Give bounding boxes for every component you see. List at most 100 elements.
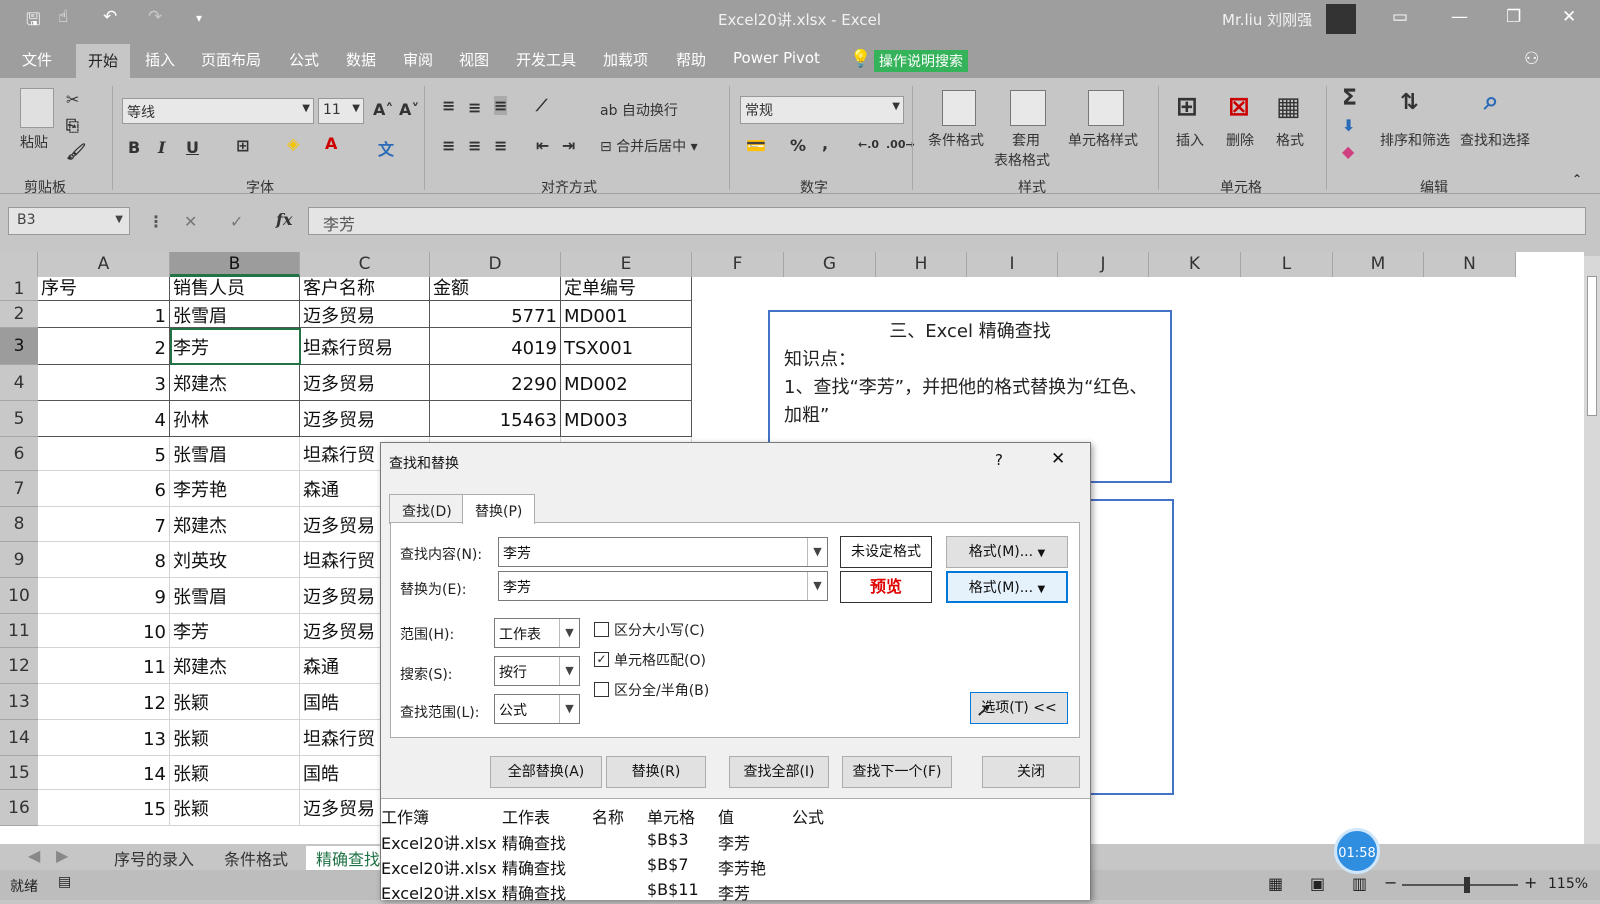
- decrease-indent-icon[interactable]: ⇤: [536, 136, 549, 155]
- chevron-down-icon[interactable]: ▼: [807, 572, 827, 600]
- merge-center-button[interactable]: ⊟ 合并后居中 ▾: [600, 136, 698, 156]
- column-header-d[interactable]: D: [430, 252, 561, 277]
- results-header[interactable]: 名称: [592, 804, 624, 828]
- tell-me-search[interactable]: 操作说明搜索: [874, 50, 968, 72]
- row-header[interactable]: 5: [0, 401, 38, 437]
- row-header[interactable]: 13: [0, 684, 38, 720]
- tab-file[interactable]: 文件: [22, 49, 52, 70]
- wrap-text-button[interactable]: ab 自动换行: [600, 100, 678, 120]
- help-button[interactable]: ?: [995, 451, 1003, 469]
- find-all-button[interactable]: 查找全部(I): [729, 756, 829, 788]
- borders-icon[interactable]: ⊞: [236, 136, 249, 155]
- cell-a16[interactable]: 15: [38, 790, 170, 826]
- cell-a5[interactable]: 4: [38, 401, 170, 437]
- tab-page-layout[interactable]: 页面布局: [201, 49, 261, 70]
- result-value[interactable]: 李芳艳: [718, 855, 766, 879]
- row-header[interactable]: 16: [0, 790, 38, 826]
- format-cells-icon[interactable]: ▦: [1276, 92, 1301, 122]
- format-painter-icon[interactable]: 🖌: [66, 142, 86, 161]
- minimize-icon[interactable]: —: [1451, 7, 1468, 27]
- row-header[interactable]: 15: [0, 756, 38, 790]
- find-next-button[interactable]: 查找下一个(F): [842, 756, 952, 788]
- sheet-tab-2[interactable]: 条件格式: [224, 846, 288, 870]
- copy-icon[interactable]: ⎘: [66, 116, 79, 136]
- bold-button[interactable]: B: [128, 138, 140, 157]
- cell-b7[interactable]: 李芳艳: [170, 471, 300, 507]
- phonetic-icon[interactable]: 文: [378, 136, 394, 160]
- increase-font-icon[interactable]: A˄: [373, 100, 393, 119]
- cell-b14[interactable]: 张颖: [170, 720, 300, 756]
- align-top-icon[interactable]: ≡: [442, 96, 455, 115]
- cell-b1[interactable]: 销售人员: [170, 277, 300, 301]
- prev-sheet-icon[interactable]: ◀: [28, 846, 40, 865]
- find-select-icon[interactable]: ⌕: [1484, 86, 1499, 117]
- cell-b10[interactable]: 张雪眉: [170, 578, 300, 614]
- cell-c5[interactable]: 迈多贸易: [300, 401, 430, 437]
- close-button[interactable]: 关闭: [982, 756, 1080, 788]
- cell-b6[interactable]: 张雪眉: [170, 437, 300, 471]
- cell-a8[interactable]: 7: [38, 507, 170, 542]
- tab-view[interactable]: 视图: [459, 49, 489, 70]
- tab-formulas[interactable]: 公式: [289, 49, 319, 70]
- undo-icon[interactable]: ↶: [103, 7, 117, 27]
- sheet-tab-active[interactable]: 精确查找: [306, 846, 391, 872]
- match-byte-label[interactable]: 区分全/半角(B): [614, 680, 709, 700]
- sort-filter-button[interactable]: 排序和筛选: [1380, 130, 1450, 150]
- row-header[interactable]: 2: [0, 301, 38, 328]
- restore-icon[interactable]: ❐: [1506, 7, 1521, 27]
- row-header[interactable]: 3: [0, 328, 38, 365]
- cell-c1[interactable]: 客户名称: [300, 277, 430, 301]
- row-header[interactable]: 10: [0, 578, 38, 614]
- cell-d3[interactable]: 4019: [430, 328, 561, 365]
- row-header[interactable]: 12: [0, 648, 38, 684]
- insert-cells-icon[interactable]: ⊞: [1176, 92, 1198, 122]
- tab-developer[interactable]: 开发工具: [516, 49, 576, 70]
- fill-icon[interactable]: ⬇: [1342, 116, 1355, 135]
- align-right-icon[interactable]: ≡: [494, 136, 507, 155]
- cell-d1[interactable]: 金额: [430, 277, 561, 301]
- cell-a7[interactable]: 6: [38, 471, 170, 507]
- row-header[interactable]: 8: [0, 507, 38, 542]
- row-header[interactable]: 7: [0, 471, 38, 507]
- find-what-input[interactable]: 李芳 ▼: [498, 537, 828, 567]
- match-byte-checkbox[interactable]: [594, 682, 609, 697]
- conditional-format-icon[interactable]: [942, 90, 976, 126]
- cell-b15[interactable]: 张颖: [170, 756, 300, 790]
- zoom-out-icon[interactable]: −: [1384, 873, 1397, 892]
- result-sheet[interactable]: 精确查找: [502, 830, 566, 854]
- tab-home[interactable]: 开始: [76, 44, 131, 78]
- cell-b4[interactable]: 郑建杰: [170, 365, 300, 401]
- cell-b9[interactable]: 刘英玫: [170, 542, 300, 578]
- avatar[interactable]: [1326, 4, 1356, 34]
- ribbon-display-icon[interactable]: ▭: [1392, 7, 1408, 27]
- orientation-icon[interactable]: ⟋: [536, 96, 547, 116]
- share-icon[interactable]: ⚇: [1524, 49, 1539, 69]
- normal-view-icon[interactable]: ▦: [1268, 874, 1283, 893]
- result-book[interactable]: Excel20讲.xlsx: [381, 830, 497, 854]
- row-header[interactable]: 4: [0, 365, 38, 401]
- tab-power-pivot[interactable]: Power Pivot: [733, 49, 820, 67]
- results-header[interactable]: 单元格: [647, 804, 695, 828]
- zoom-slider[interactable]: [1402, 884, 1518, 886]
- cell-e5[interactable]: MD003: [561, 401, 692, 437]
- tab-replace[interactable]: 替换(P): [462, 494, 536, 524]
- results-header[interactable]: 公式: [792, 804, 824, 828]
- delete-cells-button[interactable]: 删除: [1226, 130, 1254, 150]
- result-cell[interactable]: $B$7: [647, 855, 689, 874]
- clear-icon[interactable]: ◆: [1342, 142, 1354, 161]
- sheet-tab-1[interactable]: 序号的录入: [114, 846, 194, 870]
- confirm-entry-icon[interactable]: ✓: [230, 212, 243, 231]
- font-name-select[interactable]: 等线 ▼: [122, 98, 314, 124]
- result-cell[interactable]: $B$3: [647, 830, 689, 849]
- paste-label[interactable]: 粘贴: [20, 132, 48, 152]
- tab-insert[interactable]: 插入: [145, 49, 175, 70]
- results-header[interactable]: 工作簿: [381, 804, 429, 828]
- cell-a11[interactable]: 10: [38, 614, 170, 648]
- result-cell[interactable]: $B$11: [647, 880, 699, 899]
- align-middle-icon[interactable]: ≡: [468, 98, 481, 117]
- column-header-h[interactable]: H: [876, 252, 967, 277]
- cell-c4[interactable]: 迈多贸易: [300, 365, 430, 401]
- cell-a14[interactable]: 13: [38, 720, 170, 756]
- increase-decimal-icon[interactable]: ←.0: [858, 138, 879, 151]
- macro-record-icon[interactable]: ▤: [58, 874, 71, 890]
